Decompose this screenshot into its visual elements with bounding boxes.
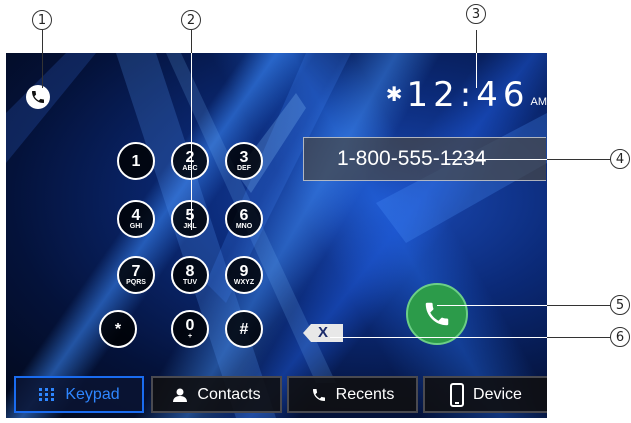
callout-4-leader — [445, 159, 547, 160]
phone-icon — [311, 387, 327, 403]
person-icon — [172, 387, 188, 403]
backspace-button[interactable]: X — [303, 324, 343, 342]
tab-device[interactable]: Device — [423, 376, 547, 413]
callout-2-leader — [191, 30, 192, 230]
callout-2: 2 — [181, 10, 201, 30]
tab-label: Device — [473, 385, 522, 403]
key-digit: # — [239, 320, 249, 338]
key-letters: + — [187, 332, 193, 340]
keypad-icon — [38, 387, 56, 403]
key-digit: * — [114, 320, 122, 338]
key-3[interactable]: 3 DEF — [225, 142, 263, 180]
key-1[interactable]: 1 — [117, 142, 155, 180]
key-letters: JKL — [183, 222, 197, 230]
key-digit: 1 — [131, 152, 141, 170]
key-4[interactable]: 4 GHI — [117, 200, 155, 238]
key-digit: 4 — [131, 206, 141, 224]
mobile-device-icon — [450, 382, 465, 407]
phone-mode-indicator — [26, 85, 50, 109]
callout-6-leader — [330, 337, 547, 338]
key-letters: GHI — [129, 222, 143, 230]
phone-icon — [425, 302, 449, 326]
callout-3-leader — [476, 53, 477, 88]
key-digit: 2 — [185, 148, 195, 166]
key-letters: TUV — [183, 278, 197, 286]
status-bar: ✱ 12:46 AM — [386, 78, 547, 112]
callout-5-leader — [437, 305, 547, 306]
key-letters: MNO — [235, 222, 253, 230]
callout-4-leader-out — [547, 159, 612, 160]
bottom-tab-bar: Keypad Contacts Recents Device — [6, 376, 547, 416]
backspace-label: X — [318, 324, 329, 341]
tab-label: Contacts — [197, 385, 261, 403]
callout-6: 6 — [610, 327, 630, 347]
key-digit: 3 — [239, 148, 249, 166]
tab-label: Recents — [335, 385, 395, 403]
key-digit: 8 — [185, 262, 195, 280]
key-9[interactable]: 9 WXYZ — [225, 256, 263, 294]
key-digit: 6 — [239, 206, 249, 224]
key-hash[interactable]: # — [225, 310, 263, 348]
clock-ampm: AM — [530, 96, 548, 108]
bluetooth-icon: ✱ — [385, 82, 403, 106]
key-digit: 7 — [131, 262, 141, 280]
key-6[interactable]: 6 MNO — [225, 200, 263, 238]
key-digit: 0 — [185, 316, 195, 334]
key-letters: ABC — [182, 164, 198, 172]
callout-5: 5 — [610, 295, 630, 315]
callout-2-leader-top — [191, 30, 192, 53]
callout-1-leader — [42, 30, 43, 88]
tab-contacts[interactable]: Contacts — [151, 376, 282, 413]
key-5[interactable]: 5 JKL — [171, 200, 209, 238]
key-letters: PQRS — [126, 278, 146, 286]
tab-keypad[interactable]: Keypad — [14, 376, 144, 413]
callout-4: 4 — [610, 149, 630, 169]
callout-3-leader-top — [476, 30, 477, 53]
callout-5-leader-out — [547, 305, 612, 306]
tab-recents[interactable]: Recents — [287, 376, 418, 413]
key-letters: DEF — [237, 164, 251, 172]
tab-label: Keypad — [65, 385, 120, 403]
key-digit: 9 — [239, 262, 249, 280]
phone-icon — [32, 91, 44, 103]
clock-time: 12:46 — [406, 75, 530, 115]
callout-1: 1 — [32, 10, 52, 30]
key-star[interactable]: * — [99, 310, 137, 348]
key-2[interactable]: 2 ABC — [171, 142, 209, 180]
call-button[interactable] — [406, 283, 468, 345]
key-letters: WXYZ — [233, 278, 255, 286]
key-8[interactable]: 8 TUV — [171, 256, 209, 294]
callout-6-leader-out — [547, 337, 612, 338]
callout-3: 3 — [466, 4, 486, 24]
key-0[interactable]: 0 + — [171, 310, 209, 348]
phone-screen: ✱ 12:46 AM 1-800-555-1234 1 2 ABC 3 DEF … — [6, 53, 547, 418]
key-7[interactable]: 7 PQRS — [117, 256, 155, 294]
key-digit: 5 — [185, 206, 195, 224]
